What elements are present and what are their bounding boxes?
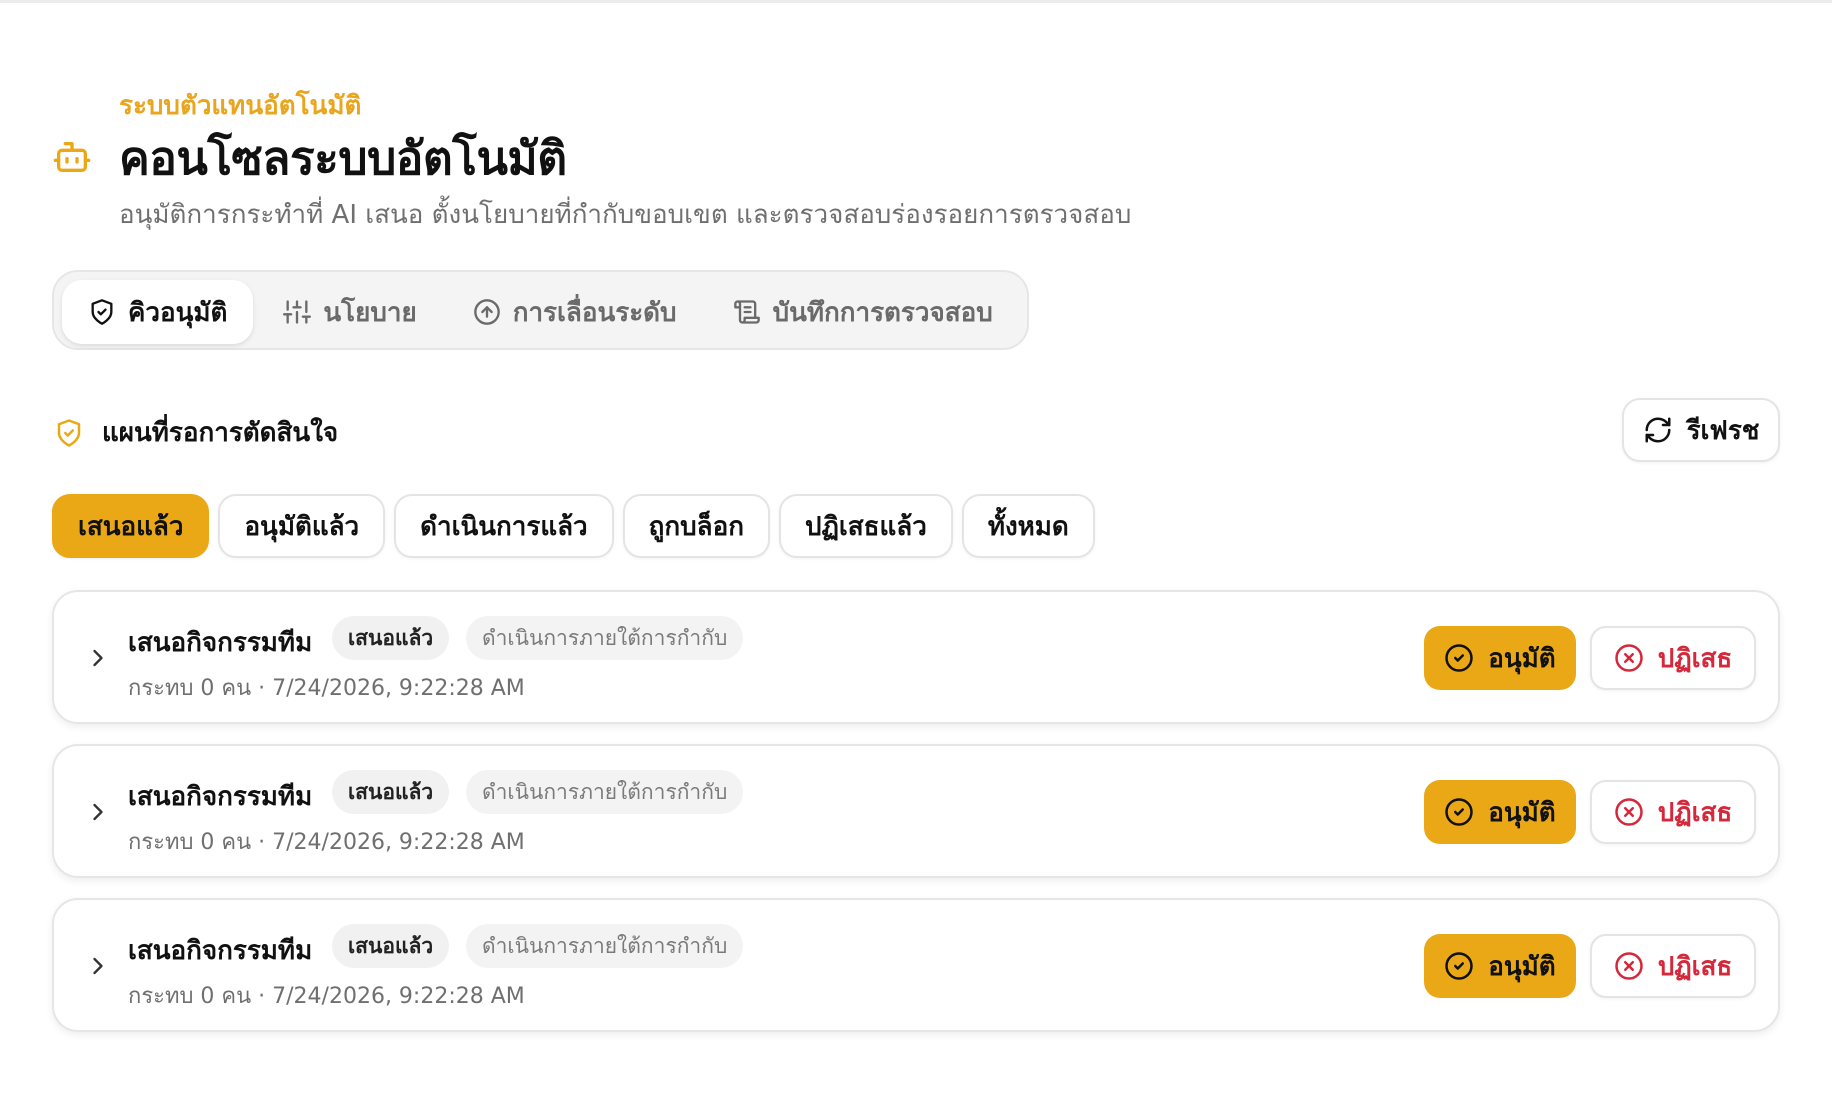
status-filters: เสนอแล้ว อนุมัติแล้ว ดำเนินการแล้ว ถูกบล… [52, 494, 1095, 558]
approve-label: อนุมัติ [1488, 643, 1556, 674]
approve-label: อนุมัติ [1488, 951, 1556, 982]
plan-title: เสนอกิจกรรมทีม [128, 936, 313, 966]
arrow-up-circle-icon [473, 299, 500, 325]
plan-card: เสนอกิจกรรมทีม เสนอแล้ว ดำเนินการภายใต้ก… [52, 744, 1780, 878]
refresh-button[interactable]: รีเฟรช [1622, 398, 1780, 462]
chevron-right-icon[interactable] [84, 644, 112, 672]
chevron-right-icon[interactable] [84, 952, 112, 980]
mode-badge: ดำเนินการภายใต้การกำกับ [466, 924, 744, 968]
status-badge: เสนอแล้ว [332, 924, 450, 968]
tab-escalation[interactable]: การเลื่อนระดับ [447, 280, 703, 344]
shield-icon [91, 299, 113, 325]
reject-label: ปฏิเสธ [1657, 951, 1733, 982]
check-circle-icon [1445, 644, 1474, 672]
x-circle-icon [1614, 952, 1643, 980]
chevron-right-icon[interactable] [84, 798, 112, 826]
filter-proposed[interactable]: เสนอแล้ว [52, 494, 210, 558]
shield-check-icon [57, 418, 81, 447]
mode-badge: ดำเนินการภายใต้การกำกับ [466, 770, 744, 814]
status-badge: เสนอแล้ว [332, 770, 450, 814]
x-circle-icon [1614, 644, 1643, 672]
tab-label: บันทึกการตรวจสอบ [772, 297, 993, 328]
approve-button[interactable]: อนุมัติ [1424, 626, 1576, 690]
reject-label: ปฏิเสธ [1657, 797, 1733, 828]
mode-badge: ดำเนินการภายใต้การกำกับ [466, 616, 744, 660]
check-circle-icon [1445, 798, 1474, 826]
filter-blocked[interactable]: ถูกบล็อก [622, 494, 770, 558]
approve-button[interactable]: อนุมัติ [1424, 934, 1576, 998]
page-title: คอนโซลระบบอัตโนมัติ [119, 131, 567, 185]
tab-label: นโยบาย [323, 297, 417, 328]
check-circle-icon [1445, 952, 1474, 980]
filter-rejected[interactable]: ปฏิเสธแล้ว [778, 494, 953, 558]
page-subtitle: อนุมัติการกระทำที่ AI เสนอ ตั้งนโยบายที่… [119, 200, 1132, 230]
section-title: แผนที่รอการตัดสินใจ [102, 418, 339, 448]
tab-label: คิวอนุมัติ [128, 297, 228, 328]
approve-label: อนุมัติ [1488, 797, 1556, 828]
plan-card: เสนอกิจกรรมทีม เสนอแล้ว ดำเนินการภายใต้ก… [52, 898, 1780, 1032]
sliders-icon [283, 300, 312, 324]
console-tabs: คิวอนุมัติ นโยบาย การเลื่อนระดับ บันทึกก… [52, 270, 1029, 350]
refresh-label: รีเฟรช [1686, 415, 1760, 446]
plan-meta: กระทบ 0 คน · 7/24/2026, 9:22:28 AM [128, 984, 525, 1009]
reject-button[interactable]: ปฏิเสธ [1590, 934, 1756, 998]
tab-policies[interactable]: นโยบาย [257, 280, 442, 344]
status-badge: เสนอแล้ว [332, 616, 450, 660]
page-eyebrow: ระบบตัวแทนอัตโนมัติ [119, 91, 362, 121]
automation-console: ระบบตัวแทนอัตโนมัติ คอนโซลระบบอัตโนมัติ … [0, 0, 1832, 1094]
x-circle-icon [1614, 798, 1643, 826]
reject-button[interactable]: ปฏิเสธ [1590, 626, 1756, 690]
refresh-icon [1645, 417, 1671, 443]
tab-label: การเลื่อนระดับ [512, 297, 677, 328]
reject-button[interactable]: ปฏิเสธ [1590, 780, 1756, 844]
plan-meta: กระทบ 0 คน · 7/24/2026, 9:22:28 AM [128, 830, 525, 855]
filter-all[interactable]: ทั้งหมด [961, 494, 1095, 558]
plan-meta: กระทบ 0 คน · 7/24/2026, 9:22:28 AM [128, 676, 525, 701]
filter-approved[interactable]: อนุมัติแล้ว [218, 494, 386, 558]
approve-button[interactable]: อนุมัติ [1424, 780, 1576, 844]
robot-icon [53, 142, 91, 172]
plan-title: เสนอกิจกรรมทีม [128, 782, 313, 812]
tab-audit-log[interactable]: บันทึกการตรวจสอบ [707, 280, 1019, 344]
section-header: แผนที่รอการตัดสินใจ [54, 412, 338, 453]
reject-label: ปฏิเสธ [1657, 643, 1733, 674]
scroll-icon [733, 300, 760, 324]
plan-title: เสนอกิจกรรมทีม [128, 628, 313, 658]
filter-executed[interactable]: ดำเนินการแล้ว [394, 494, 614, 558]
tab-approval-queue[interactable]: คิวอนุมัติ [62, 280, 254, 344]
plan-card: เสนอกิจกรรมทีม เสนอแล้ว ดำเนินการภายใต้ก… [52, 590, 1780, 724]
